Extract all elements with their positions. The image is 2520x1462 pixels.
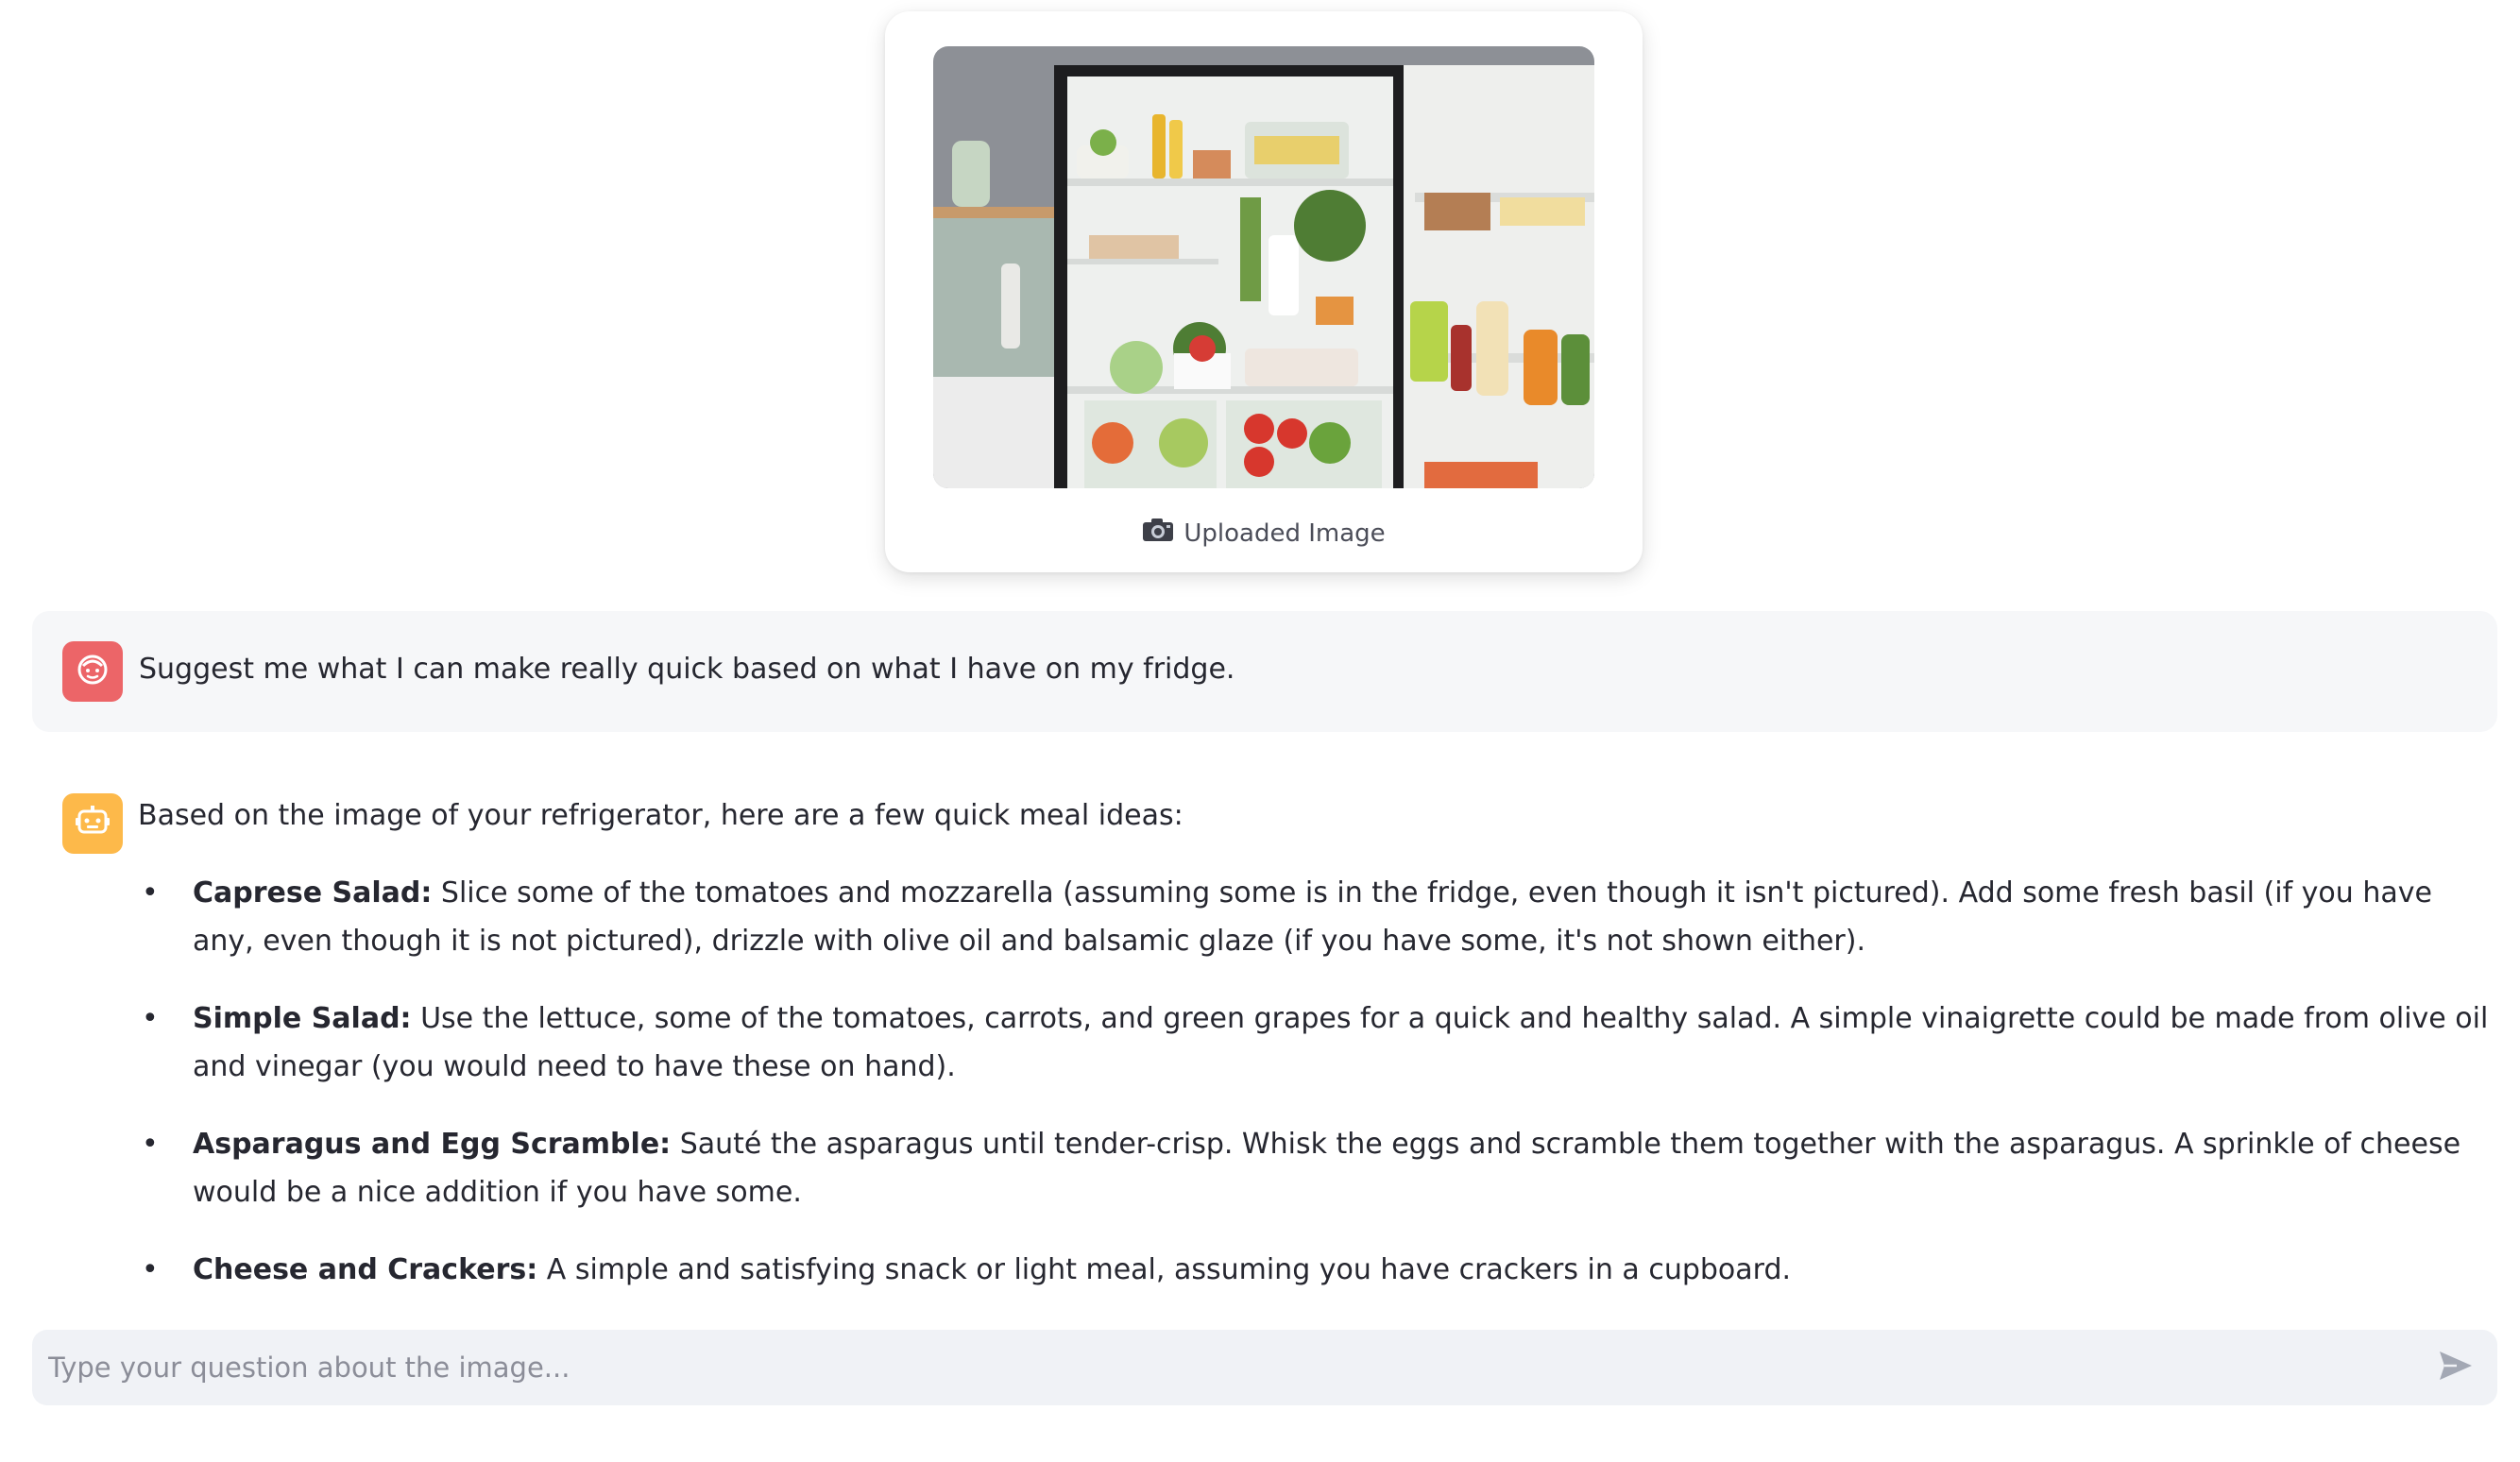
- idea-title: Cheese and Crackers:: [193, 1253, 538, 1286]
- list-item: Asparagus and Egg Scramble: Sauté the as…: [138, 1120, 2490, 1216]
- user-message-text: Suggest me what I can make really quick …: [139, 653, 1235, 686]
- robot-icon: [75, 805, 111, 842]
- idea-title: Caprese Salad:: [193, 876, 433, 910]
- user-message: Suggest me what I can make really quick …: [32, 611, 2497, 732]
- list-item: Caprese Salad: Slice some of the tomatoe…: [138, 869, 2490, 965]
- assistant-intro: Based on the image of your refrigerator,…: [138, 799, 1183, 832]
- chat-input[interactable]: [48, 1330, 2372, 1405]
- chat-input-bar: [32, 1330, 2497, 1405]
- list-item: Simple Salad: Use the lettuce, some of t…: [138, 994, 2490, 1091]
- image-caption-text: Uploaded Image: [1183, 518, 1386, 548]
- idea-text: A simple and satisfying snack or light m…: [537, 1253, 1792, 1286]
- assistant-message: Based on the image of your refrigerator,…: [138, 791, 2490, 1323]
- user-avatar: [62, 641, 123, 702]
- send-button[interactable]: [2435, 1349, 2477, 1386]
- uploaded-image-card: Uploaded Image: [885, 11, 1643, 572]
- idea-text: Slice some of the tomatoes and mozzarell…: [193, 876, 2432, 958]
- image-caption: Uploaded Image: [885, 518, 1643, 549]
- fridge-photo: [933, 46, 1594, 488]
- assistant-avatar: [62, 793, 123, 854]
- idea-text: Use the lettuce, some of the tomatoes, c…: [193, 1002, 2489, 1083]
- user-face-icon: [76, 653, 110, 690]
- meal-ideas-list: Caprese Salad: Slice some of the tomatoe…: [138, 869, 2490, 1294]
- camera-icon: [1142, 518, 1174, 549]
- idea-title: Asparagus and Egg Scramble:: [193, 1128, 672, 1161]
- idea-title: Simple Salad:: [193, 1002, 412, 1035]
- send-icon: [2438, 1350, 2474, 1386]
- list-item: Cheese and Crackers: A simple and satisf…: [138, 1246, 2490, 1294]
